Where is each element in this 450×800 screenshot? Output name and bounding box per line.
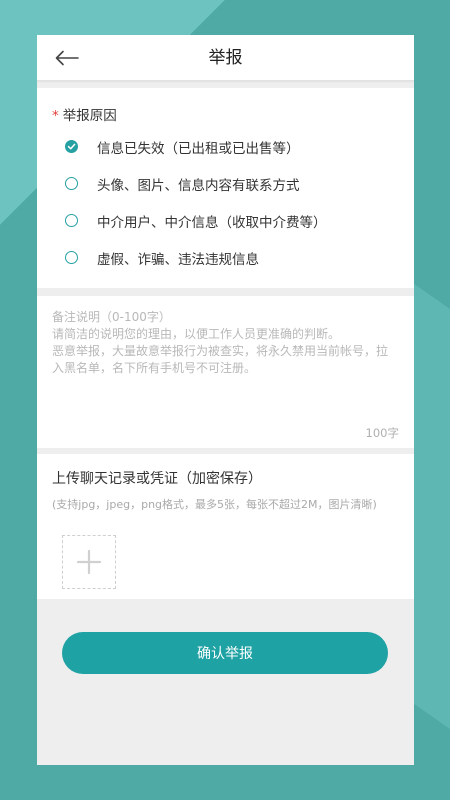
reason-option-expired[interactable]: 信息已失效（已出租或已出售等）: [37, 128, 414, 165]
reason-option-agent[interactable]: 中介用户、中介信息（收取中介费等）: [37, 202, 414, 239]
reason-option-fraud[interactable]: 虚假、诈骗、违法违规信息: [37, 239, 414, 276]
upload-section: 上传聊天记录或凭证（加密保存） (支持jpg，jpeg，png格式，最多5张，每…: [37, 454, 414, 599]
add-image-button[interactable]: [62, 535, 116, 589]
option-label: 头像、图片、信息内容有联系方式: [97, 177, 300, 194]
back-button[interactable]: [51, 43, 83, 73]
page-title: 举报: [208, 48, 243, 68]
reason-section: * 举报原因 信息已失效（已出租或已出售等） 头像、图片、信息内容有联系方式 中介…: [37, 88, 414, 288]
note-section: 100字: [37, 296, 414, 448]
note-textarea[interactable]: [52, 309, 399, 419]
upload-title: 上传聊天记录或凭证（加密保存）: [52, 471, 262, 487]
radio-unchecked-icon: [65, 251, 78, 264]
reason-title: 举报原因: [62, 108, 117, 124]
reason-heading: * 举报原因: [37, 104, 414, 128]
arrow-left-icon: [55, 50, 79, 66]
char-counter: 100字: [365, 426, 399, 440]
required-mark: *: [52, 108, 59, 124]
upload-hint: (支持jpg，jpeg，png格式，最多5张，每张不超过2M，图片清晰): [52, 498, 377, 511]
radio-unchecked-icon: [65, 214, 78, 227]
submit-report-button[interactable]: 确认举报: [62, 632, 388, 674]
option-label: 信息已失效（已出租或已出售等）: [97, 140, 300, 157]
option-label: 虚假、诈骗、违法违规信息: [97, 251, 259, 268]
option-label: 中介用户、中介信息（收取中介费等）: [97, 214, 327, 231]
plus-icon: [76, 549, 102, 575]
header-bar: 举报: [37, 35, 414, 81]
radio-checked-icon: [65, 140, 78, 153]
report-page: 举报 * 举报原因 信息已失效（已出租或已出售等） 头像、图片、信息内容有联系方式…: [37, 35, 414, 765]
reason-option-contact-info[interactable]: 头像、图片、信息内容有联系方式: [37, 165, 414, 202]
radio-unchecked-icon: [65, 177, 78, 190]
